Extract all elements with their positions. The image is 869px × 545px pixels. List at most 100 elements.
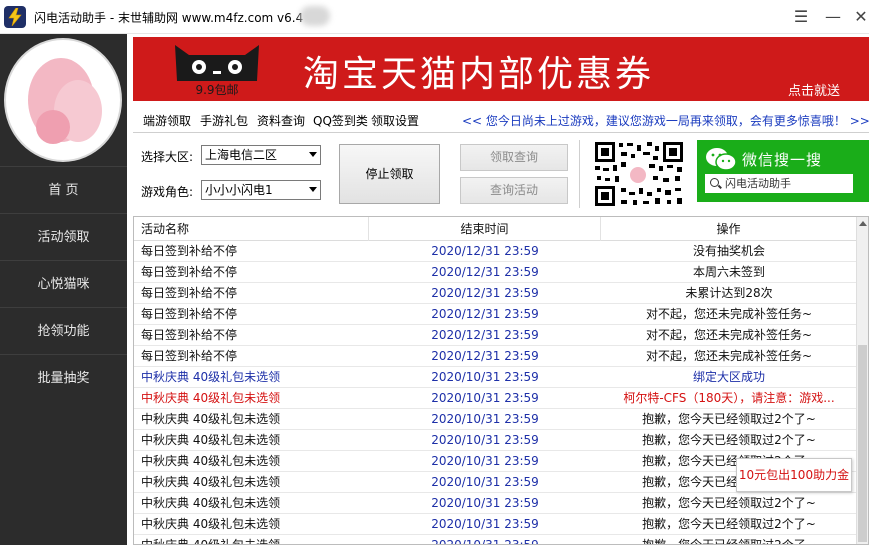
region-value: 上海电信二区	[205, 148, 278, 162]
activity-name-cell: 中秋庆典 40级礼包未选领	[141, 412, 281, 426]
end-time-cell: 2020/10/31 23:59	[431, 517, 539, 531]
role-label: 游戏角色:	[141, 185, 194, 199]
column-header-end-time[interactable]: 结束时间	[369, 217, 601, 241]
end-time-cell: 2020/10/31 23:59	[431, 412, 539, 426]
sidebar-item-grab[interactable]: 抢领功能	[0, 307, 127, 354]
table-row[interactable]: 每日签到补给不停 2020/12/31 23:59 没有抽奖机会	[134, 241, 856, 262]
action-result-cell: 对不起，您还未完成补签任务~	[645, 349, 813, 363]
table-row[interactable]: 中秋庆典 40级礼包未选领 2020/10/31 23:59 抱歉，您今天已经领取过…	[134, 430, 856, 451]
query-claim-button[interactable]: 领取查询	[460, 144, 568, 171]
end-time-cell: 2020/12/31 23:59	[431, 307, 539, 321]
wechat-title: 微信搜一搜	[742, 151, 823, 169]
action-result-cell: 未累计达到28次	[685, 286, 773, 300]
menu-info-query[interactable]: 资料查询	[257, 112, 305, 129]
end-time-cell: 2020/10/31 23:59	[431, 475, 539, 489]
activity-name-cell: 中秋庆典 40级礼包未选领	[141, 370, 281, 384]
end-time-cell: 2020/10/31 23:59	[431, 454, 539, 468]
banner-title: 淘宝天猫内部优惠券	[303, 54, 655, 95]
menu-icon[interactable]: ☰	[791, 7, 811, 27]
role-select[interactable]: 小小小闪电1	[201, 180, 321, 200]
end-time-cell: 2020/10/31 23:59	[431, 391, 539, 405]
tmall-cat-icon: 9.9包邮	[175, 45, 259, 97]
coupon-banner[interactable]: 9.9包邮 淘宝天猫内部优惠券 点击就送	[133, 37, 869, 101]
chevron-down-icon	[309, 152, 317, 157]
table-row[interactable]: 中秋庆典 40级礼包未选领 2020/10/31 23:59 柯尔特-CFS（180…	[134, 388, 856, 409]
table-row[interactable]: 中秋庆典 40级礼包未选领 2020/10/31 23:59 抱歉，您今天已经领取过…	[134, 409, 856, 430]
role-value: 小小小闪电1	[205, 183, 273, 197]
close-button[interactable]: ✕	[851, 7, 869, 27]
activity-name-cell: 中秋庆典 40级礼包未选领	[141, 475, 281, 489]
activity-name-cell: 每日签到补给不停	[141, 349, 238, 363]
window-title: 闪电活动助手 - 末世辅助网 www.m4fz.com v6.4	[34, 11, 304, 25]
table-row[interactable]: 每日签到补给不停 2020/12/31 23:59 对不起，您还未完成补签任务~	[134, 304, 856, 325]
avatar-area	[0, 34, 127, 166]
activity-name-cell: 每日签到补给不停	[141, 328, 238, 342]
search-icon	[710, 178, 719, 187]
promo-popup[interactable]: 10元包出100助力金	[736, 458, 852, 492]
action-result-cell: 抱歉，您今天已经领取过2个了~	[642, 517, 816, 531]
table-row[interactable]: 中秋庆典 40级礼包未选领 2020/10/31 23:59 抱歉，您今天已经领取过…	[134, 535, 856, 545]
table-row[interactable]: 每日签到补给不停 2020/12/31 23:59 对不起，您还未完成补签任务~	[134, 325, 856, 346]
action-result-cell: 抱歉，您今天已经领取过2个了~	[642, 412, 816, 426]
menu-mobile-gift[interactable]: 手游礼包	[200, 112, 248, 129]
menu-pc-game-claim[interactable]: 端游领取	[143, 112, 191, 129]
action-result-cell: 抱歉，您今天已经领取过2个了~	[642, 538, 816, 545]
wechat-search-badge[interactable]: 微信搜一搜 闪电活动助手	[697, 140, 869, 202]
end-time-cell: 2020/10/31 23:59	[431, 433, 539, 447]
divider	[579, 140, 580, 208]
end-time-cell: 2020/10/31 23:59	[431, 496, 539, 510]
end-time-cell: 2020/12/31 23:59	[431, 328, 539, 342]
wechat-search-box[interactable]: 闪电活动助手	[705, 174, 853, 193]
activity-name-cell: 每日签到补给不停	[141, 265, 238, 279]
action-result-cell: 对不起，您还未完成补签任务~	[645, 328, 813, 342]
activity-name-cell: 每日签到补给不停	[141, 286, 238, 300]
wechat-search-text: 闪电活动助手	[725, 177, 791, 190]
sidebar: 首 页 活动领取 心悦猫咪 抢领功能 批量抽奖	[0, 34, 127, 545]
qr-code[interactable]	[591, 140, 687, 208]
activity-table: 活动名称 结束时间 操作 每日签到补给不停 2020/12/31 23:59 没有抽…	[133, 216, 869, 545]
action-result-cell: 绑定大区成功	[692, 370, 765, 384]
end-time-cell: 2020/12/31 23:59	[431, 244, 539, 258]
title-bar: 闪电活动助手 - 末世辅助网 www.m4fz.com v6.4 ☰ — ✕	[0, 0, 869, 34]
table-row[interactable]: 每日签到补给不停 2020/12/31 23:59 对不起，您还未完成补签任务~	[134, 346, 856, 367]
menu-bar: 端游领取 手游礼包 资料查询 QQ签到类 领取设置 << 您今日尚未上过游戏，建…	[133, 107, 869, 133]
banner-cat-text: 9.9包邮	[195, 83, 238, 97]
sidebar-item-xinyue-cat[interactable]: 心悦猫咪	[0, 260, 127, 307]
activity-name-cell: 中秋庆典 40级礼包未选领	[141, 391, 281, 405]
region-select[interactable]: 上海电信二区	[201, 145, 321, 165]
table-row[interactable]: 每日签到补给不停 2020/12/31 23:59 未累计达到28次	[134, 283, 856, 304]
scrollbar-thumb[interactable]	[858, 345, 867, 542]
action-result-cell: 抱歉，您今天已经领取过2个了~	[642, 496, 816, 510]
chevron-down-icon	[309, 187, 317, 192]
end-time-cell: 2020/10/31 23:59	[431, 370, 539, 384]
scrollbar[interactable]	[856, 217, 868, 544]
notice-text: << 您今日尚未上过游戏，建议您游戏一局再来领取，会有更多惊喜哦！ >>	[462, 114, 869, 128]
column-header-name[interactable]: 活动名称	[134, 217, 369, 241]
redacted-region	[300, 6, 330, 26]
activity-name-cell: 中秋庆典 40级礼包未选领	[141, 454, 281, 468]
lightning-bolt-icon	[4, 6, 26, 28]
action-result-cell: 柯尔特-CFS（180天），请注意：游戏...	[623, 391, 835, 405]
stop-claim-button[interactable]: 停止领取	[339, 144, 440, 204]
table-row[interactable]: 每日签到补给不停 2020/12/31 23:59 本周六未签到	[134, 262, 856, 283]
scroll-up-icon[interactable]	[859, 221, 867, 226]
menu-qq-signin[interactable]: QQ签到类	[313, 112, 368, 129]
end-time-cell: 2020/12/31 23:59	[431, 265, 539, 279]
activity-name-cell: 中秋庆典 40级礼包未选领	[141, 517, 281, 531]
table-row[interactable]: 中秋庆典 40级礼包未选领 2020/10/31 23:59 抱歉，您今天已经领取过…	[134, 493, 856, 514]
activity-name-cell: 每日签到补给不停	[141, 307, 238, 321]
region-label: 选择大区:	[141, 150, 194, 164]
sidebar-item-batch-lottery[interactable]: 批量抽奖	[0, 354, 127, 401]
action-result-cell: 本周六未签到	[692, 265, 765, 279]
menu-claim-settings[interactable]: 领取设置	[371, 112, 419, 129]
table-row[interactable]: 中秋庆典 40级礼包未选领 2020/10/31 23:59 绑定大区成功	[134, 367, 856, 388]
sidebar-item-home[interactable]: 首 页	[0, 166, 127, 213]
column-header-action[interactable]: 操作	[601, 217, 856, 241]
sidebar-item-activity-claim[interactable]: 活动领取	[0, 213, 127, 260]
avatar[interactable]	[4, 38, 122, 162]
action-result-cell: 对不起，您还未完成补签任务~	[645, 307, 813, 321]
table-row[interactable]: 中秋庆典 40级礼包未选领 2020/10/31 23:59 抱歉，您今天已经领取过…	[134, 514, 856, 535]
banner-cta[interactable]: 点击就送	[788, 80, 840, 99]
query-activity-button[interactable]: 查询活动	[460, 177, 568, 204]
minimize-button[interactable]: —	[823, 7, 843, 27]
